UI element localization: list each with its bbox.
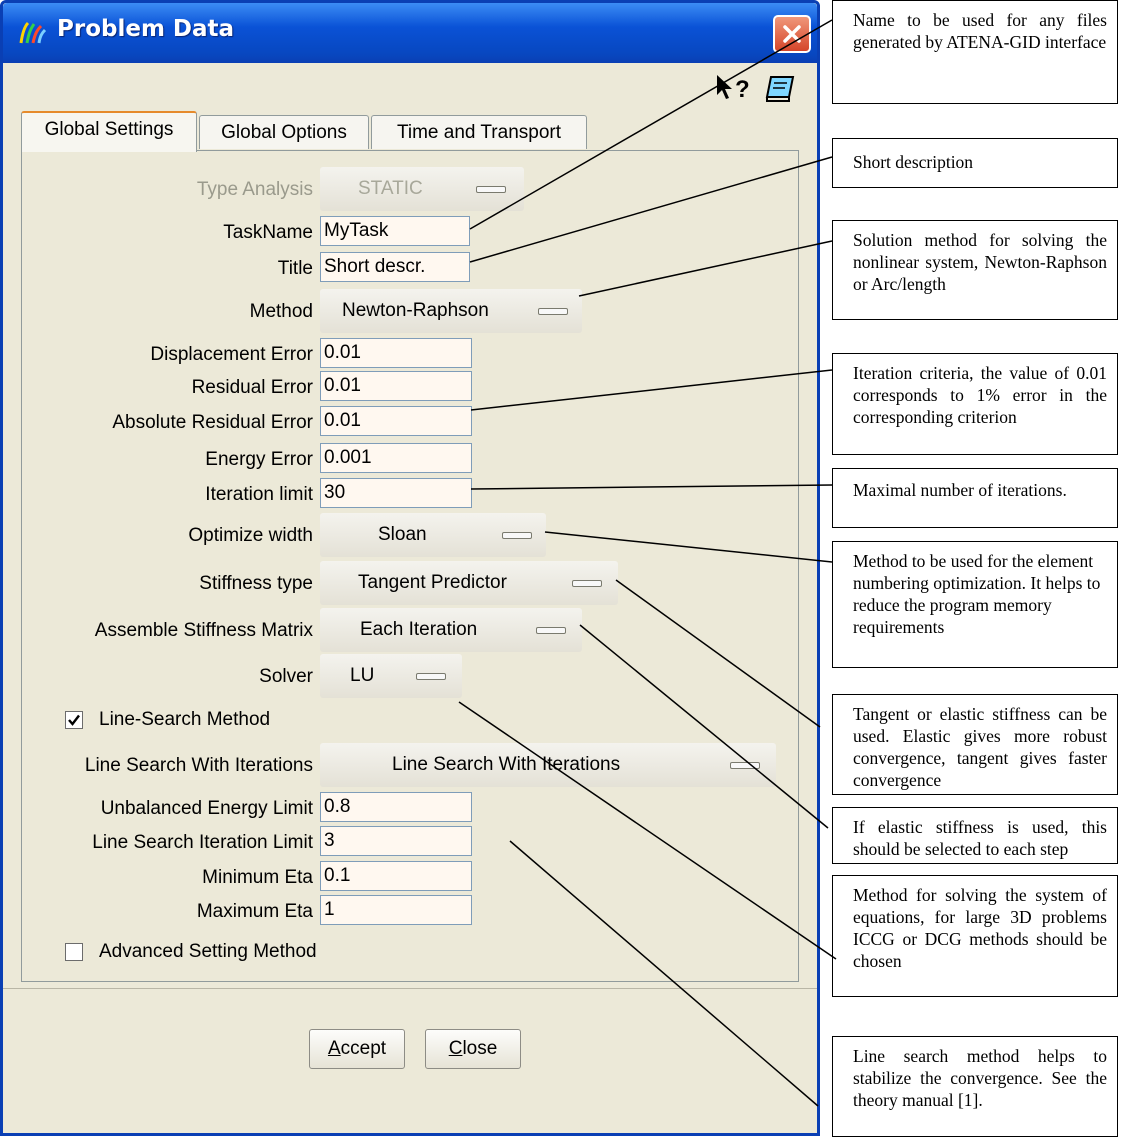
line-search-method-label: Line-Search Method	[99, 709, 271, 730]
type-analysis-value: STATIC	[358, 178, 423, 199]
line-search-method-checkbox[interactable]	[65, 711, 83, 729]
solver-label: Solver	[259, 666, 313, 687]
assemble-stiffness-label: Assemble Stiffness Matrix	[94, 620, 313, 641]
close-button[interactable]: Close	[425, 1029, 521, 1069]
line-search-iteration-limit-label: Line Search Iteration Limit	[92, 832, 313, 853]
tab-label: Global Settings	[44, 119, 174, 140]
accept-label: ccept	[340, 1038, 387, 1059]
tab-label: Time and Transport	[396, 122, 562, 143]
tab-label: Global Options	[221, 122, 347, 143]
annotation-solver: Method for solving the system of equatio…	[832, 875, 1118, 997]
tab-global-options[interactable]: Global Options	[199, 115, 369, 149]
method-value: Newton-Raphson	[342, 300, 489, 321]
absolute-residual-error-input[interactable]: 0.01	[320, 406, 472, 436]
close-label: lose	[462, 1038, 498, 1059]
energy-error-input[interactable]: 0.001	[320, 443, 472, 473]
solver-dropdown[interactable]: LU	[320, 654, 462, 698]
method-dropdown[interactable]: Newton-Raphson	[320, 289, 582, 333]
line-search-with-iterations-value: Line Search With Iterations	[392, 754, 621, 775]
stiffness-type-label: Stiffness type	[199, 573, 313, 594]
svg-text:?: ?	[735, 76, 750, 103]
stiffness-type-dropdown[interactable]: Tangent Predictor	[320, 561, 618, 605]
accept-mnemonic: A	[327, 1038, 341, 1059]
optimize-width-dropdown[interactable]: Sloan	[320, 513, 546, 557]
advanced-setting-method-label: Advanced Setting Method	[99, 941, 317, 962]
dropdown-indicator-icon	[536, 627, 566, 634]
task-name-label: TaskName	[223, 222, 313, 243]
advanced-setting-method-checkbox[interactable]	[65, 943, 83, 961]
annotation-title: Short description	[832, 138, 1118, 188]
optimize-width-value: Sloan	[378, 524, 427, 545]
optimize-width-label: Optimize width	[188, 525, 313, 546]
tab-strip: Global Settings Global Options Time and …	[21, 111, 801, 152]
method-label: Method	[249, 301, 313, 322]
close-mnemonic: C	[448, 1038, 463, 1059]
title-input[interactable]: Short descr.	[320, 252, 470, 282]
checkmark-icon	[68, 714, 80, 726]
footer-divider	[3, 988, 817, 989]
app-icon	[19, 21, 47, 44]
unbalanced-energy-limit-input[interactable]: 0.8	[320, 792, 472, 822]
accept-button[interactable]: Accept	[309, 1029, 405, 1069]
whats-this-help-icon[interactable]: ?	[713, 71, 753, 103]
minimum-eta-label: Minimum Eta	[202, 867, 313, 888]
residual-error-input[interactable]: 0.01	[320, 371, 472, 401]
absolute-residual-error-label: Absolute Residual Error	[112, 412, 313, 433]
solver-value: LU	[350, 665, 375, 686]
stiffness-type-value: Tangent Predictor	[358, 572, 507, 593]
annotation-method: Solution method for solving the nonlinea…	[832, 220, 1118, 320]
dropdown-indicator-icon	[730, 762, 760, 769]
residual-error-label: Residual Error	[191, 377, 313, 398]
unbalanced-energy-limit-label: Unbalanced Energy Limit	[100, 798, 313, 819]
dropdown-indicator-icon	[538, 308, 568, 315]
displacement-error-input[interactable]: 0.01	[320, 338, 472, 368]
maximum-eta-input[interactable]: 1	[320, 895, 472, 925]
type-analysis-dropdown: STATIC	[320, 167, 524, 211]
assemble-stiffness-value: Each Iteration	[360, 619, 478, 640]
annotation-task-name: Name to be used for any files generated …	[832, 0, 1118, 104]
annotation-assemble-stiffness: If elastic stiffness is used, this shoul…	[832, 807, 1118, 864]
window-title: Problem Data	[57, 16, 235, 42]
dropdown-indicator-icon	[572, 580, 602, 587]
annotation-iteration-limit: Maximal number of iterations.	[832, 468, 1118, 528]
close-icon	[783, 25, 801, 43]
minimum-eta-input[interactable]: 0.1	[320, 861, 472, 891]
displacement-error-label: Displacement Error	[150, 344, 313, 365]
energy-error-label: Energy Error	[205, 449, 313, 470]
iteration-limit-input[interactable]: 30	[320, 478, 472, 508]
annotation-optimize-width: Method to be used for the element number…	[832, 541, 1118, 668]
help-book-icon[interactable]	[763, 73, 797, 103]
title-label: Title	[277, 258, 313, 279]
annotation-stiffness-type: Tangent or elastic stiffness can be used…	[832, 694, 1118, 795]
type-analysis-label: Type Analysis	[196, 179, 313, 200]
maximum-eta-label: Maximum Eta	[196, 901, 313, 922]
title-bar[interactable]: Problem Data	[3, 3, 817, 63]
line-search-with-iterations-label: Line Search With Iterations	[84, 755, 313, 776]
line-search-iteration-limit-input[interactable]: 3	[320, 826, 472, 856]
iteration-limit-label: Iteration limit	[205, 484, 313, 505]
problem-data-window: Problem Data ? Global Settings Global Op…	[0, 0, 820, 1136]
close-window-button[interactable]	[773, 15, 811, 53]
tab-global-settings[interactable]: Global Settings	[21, 111, 197, 152]
dropdown-indicator-icon	[476, 186, 506, 193]
task-name-input[interactable]: MyTask	[320, 216, 470, 246]
line-search-with-iterations-dropdown[interactable]: Line Search With Iterations	[320, 743, 776, 787]
dropdown-indicator-icon	[502, 532, 532, 539]
tab-time-and-transport[interactable]: Time and Transport	[371, 115, 587, 149]
annotation-iteration-criteria: Iteration criteria, the value of 0.01 co…	[832, 353, 1118, 455]
dropdown-indicator-icon	[416, 673, 446, 680]
assemble-stiffness-dropdown[interactable]: Each Iteration	[320, 608, 582, 652]
annotation-line-search: Line search method helps to stabilize th…	[832, 1036, 1118, 1137]
